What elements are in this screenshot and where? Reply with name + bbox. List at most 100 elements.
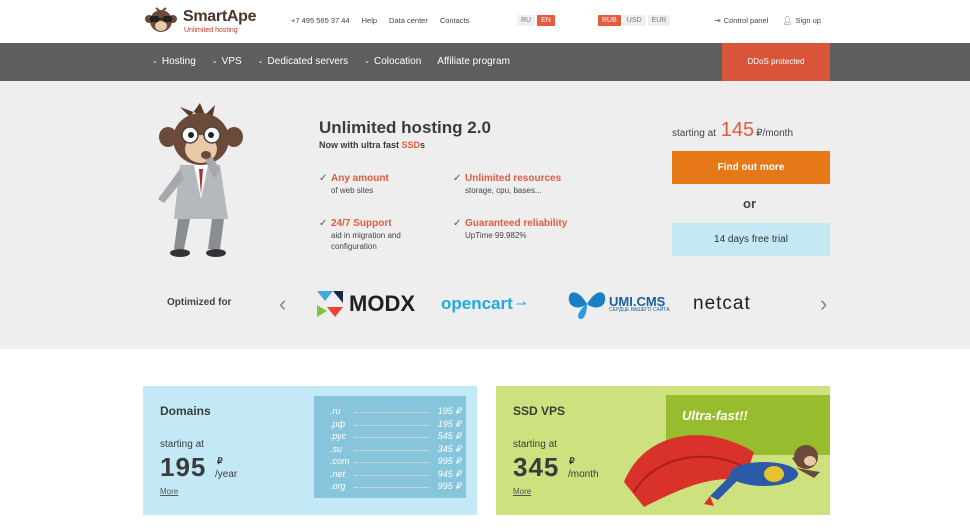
hero-subtitle-pre: Now with ultra fast xyxy=(319,140,402,150)
vps-title: SSD VPS xyxy=(513,404,566,418)
currency-eur[interactable]: EUR xyxy=(647,15,671,26)
lang-en[interactable]: EN xyxy=(537,15,555,26)
modx-logo-icon xyxy=(317,291,343,317)
domains-currency: ₽ xyxy=(217,456,223,466)
domain-tld: .su xyxy=(330,443,343,454)
lang-ru[interactable]: RU xyxy=(517,15,536,26)
sign-up-link[interactable]: 👤︎ Sign up xyxy=(782,16,821,25)
feature-unlimited-resources: ✓ Unlimited resources storage, cpu, base… xyxy=(453,173,561,196)
user-icon: 👤︎ xyxy=(782,16,793,25)
feature-title: Any amount xyxy=(331,173,389,184)
currency-usd[interactable]: USD xyxy=(622,15,646,26)
ape-mascot-image xyxy=(158,103,243,257)
domain-price: 345 ₽ xyxy=(437,443,461,454)
feature-title: Unlimited resources xyxy=(465,173,562,184)
feature-desc: storage, cpu, bases... xyxy=(465,186,542,195)
domains-price: 195 xyxy=(160,452,207,482)
control-panel-link[interactable]: ⇥ Control panel xyxy=(714,16,768,25)
domain-tld: .net xyxy=(330,468,346,479)
check-icon: ✓ xyxy=(453,218,462,229)
check-icon: ✓ xyxy=(319,218,328,229)
vps-price: 345 xyxy=(513,452,560,482)
chevron-down-icon: ⌄ xyxy=(257,58,264,65)
nav-dedicated[interactable]: ⌄ Dedicated servers xyxy=(258,56,348,67)
nav-colocation-label: Colocation xyxy=(374,56,422,67)
data-center-link[interactable]: Data center xyxy=(389,16,428,25)
account-links: ⇥ Control panel 👤︎ Sign up xyxy=(714,16,821,25)
vps-more-link[interactable]: More xyxy=(513,487,531,496)
vps-starting: starting at xyxy=(513,439,557,450)
logo-name: SmartApe xyxy=(183,7,257,25)
vps-currency: ₽ xyxy=(569,456,575,466)
butterfly-logo-icon xyxy=(568,292,606,319)
domain-row: .рф 195 ₽ xyxy=(330,418,466,431)
chevron-down-icon: ⌄ xyxy=(211,58,218,65)
logo[interactable]: SmartApe Unlimited hosting xyxy=(142,5,256,37)
hero-subtitle-ssd: SSD xyxy=(401,140,421,150)
vps-period: /month xyxy=(568,469,599,480)
control-panel-label: Control panel xyxy=(723,16,769,25)
contacts-link[interactable]: Contacts xyxy=(440,16,470,25)
nav-vps-label: VPS xyxy=(221,56,242,67)
domain-row: .com 995 ₽ xyxy=(330,455,466,468)
or-separator: or xyxy=(743,196,756,211)
feature-any-amount: ✓ Any amount of web sites xyxy=(319,173,389,196)
feature-desc: aid in migration and configuration xyxy=(331,231,401,251)
free-trial-button[interactable]: 14 days free trial xyxy=(672,223,830,256)
nav-dedicated-label: Dedicated servers xyxy=(267,56,349,67)
feature-reliability: ✓ Guaranteed reliability UpTime 99.982% xyxy=(453,218,567,241)
hero-subtitle: Now with ultra fast SSDs xyxy=(319,140,425,150)
domain-tld: .рус xyxy=(330,431,347,441)
ddos-badge[interactable]: DDoS protected xyxy=(722,43,830,81)
sign-up-label: Sign up xyxy=(795,16,821,25)
check-icon: ✓ xyxy=(453,173,462,184)
opencart-name: opencart xyxy=(441,294,513,313)
domain-row: .su 345 ₽ xyxy=(330,443,466,456)
logo-tagline: Unlimited hosting xyxy=(184,26,238,34)
domain-price: 195 ₽ xyxy=(437,418,461,429)
partner-netcat[interactable]: netcat xyxy=(693,287,751,321)
phone-number: +7 495 565 37 44 xyxy=(291,16,350,25)
price-prefix: starting at xyxy=(672,128,716,139)
domain-row: .рус 545 ₽ xyxy=(330,430,466,443)
domain-tld: .org xyxy=(330,481,346,491)
currency-rub[interactable]: RUB xyxy=(598,15,621,26)
domain-price: 995 ₽ xyxy=(437,456,461,466)
domain-price: 995 ₽ xyxy=(437,481,461,491)
nav-vps[interactable]: ⌄ VPS xyxy=(212,56,242,67)
hero-subtitle-post: s xyxy=(420,140,426,150)
domains-title: Domains xyxy=(160,404,211,418)
domains-period: /year xyxy=(215,469,238,480)
domain-tld: .рф xyxy=(330,418,346,429)
top-header: SmartApe Unlimited hosting +7 495 565 37… xyxy=(0,0,970,43)
help-link[interactable]: Help xyxy=(362,16,377,25)
domains-card[interactable]: Domains starting at 195 ₽ /year More .ru… xyxy=(143,386,477,515)
nav-affiliate[interactable]: Affiliate program xyxy=(437,56,510,67)
optimized-for-label: Optimized for xyxy=(167,297,232,308)
hero-section: Unlimited hosting 2.0 Now with ultra fas… xyxy=(0,81,970,349)
domains-more-link[interactable]: More xyxy=(160,487,178,496)
nav-hosting[interactable]: ⌄ Hosting xyxy=(152,56,196,67)
find-out-more-button[interactable]: Find out more xyxy=(672,151,830,184)
domain-price-table: .ru 195 ₽ .рф 195 ₽ .рус 545 ₽ .su 345 ₽ .co… xyxy=(314,396,466,498)
partner-modx[interactable]: MODX xyxy=(315,287,415,321)
currency-switcher: RUB USD EUR xyxy=(598,15,671,26)
flying-superhero-ape-image xyxy=(624,435,820,507)
chevron-right-icon[interactable]: › xyxy=(820,291,827,317)
domain-price: 545 ₽ xyxy=(437,431,461,441)
modx-name: MODX xyxy=(349,291,415,316)
feature-desc: UpTime 99.982% xyxy=(465,231,527,240)
vps-card[interactable]: Ultra-fast!! SSD VPS starting at 345 ₽ /… xyxy=(496,386,830,515)
hero-price: starting at 145 ₽/month xyxy=(672,119,793,142)
domain-row: .org 995 ₽ xyxy=(330,480,466,493)
feature-support: ✓ 24/7 Support aid in migration and conf… xyxy=(319,218,429,252)
partner-opencart[interactable]: opencart ⇀ xyxy=(441,287,527,321)
nav-colocation[interactable]: ⌄ Colocation xyxy=(364,56,421,67)
feature-title: Guaranteed reliability xyxy=(465,218,568,229)
chevron-left-icon[interactable]: ‹ xyxy=(279,291,286,317)
domain-tld: .com xyxy=(330,456,350,466)
domain-tld: .ru xyxy=(330,406,341,416)
umicms-tagline: СЕРДЦЕ ВАШЕГО САЙТА xyxy=(609,307,670,313)
partner-umicms[interactable]: UMI.CMS СЕРДЦЕ ВАШЕГО САЙТА xyxy=(567,287,670,321)
feature-desc: of web sites xyxy=(331,186,374,195)
